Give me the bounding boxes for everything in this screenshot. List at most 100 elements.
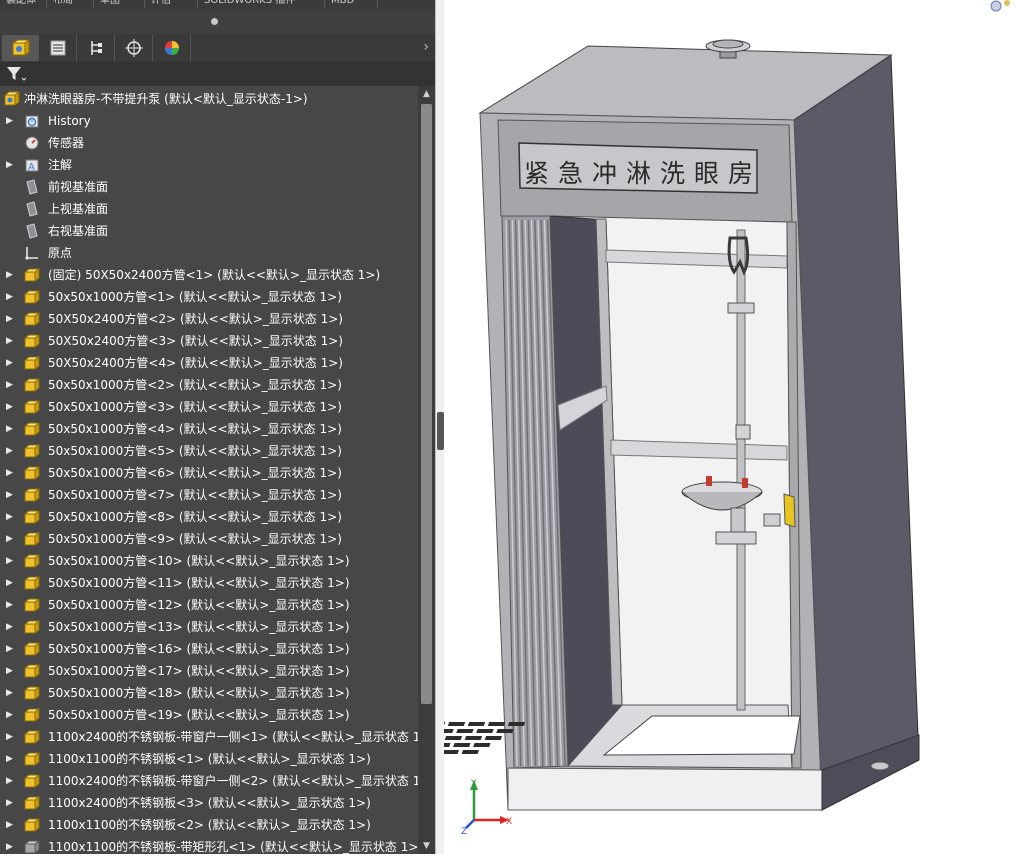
scroll-up-icon[interactable]: ▲ bbox=[418, 86, 435, 102]
tree-item-label: 1100x1100的不锈钢板<1> (默认<<默认>_显示状态 1>) bbox=[48, 752, 371, 766]
tab-layout[interactable]: 布局 bbox=[47, 0, 94, 8]
tree-item[interactable]: 原点 bbox=[0, 242, 418, 264]
expand-arrow-icon[interactable]: ▶ bbox=[6, 440, 14, 462]
expand-arrow-icon[interactable]: ▶ bbox=[6, 484, 14, 506]
tab-assembly[interactable]: 装配体 bbox=[0, 0, 47, 8]
tab-evaluate[interactable]: 评估 bbox=[145, 0, 198, 8]
expand-arrow-icon[interactable]: ▶ bbox=[6, 264, 14, 286]
expand-arrow-icon[interactable]: ▶ bbox=[6, 352, 14, 374]
tree-item[interactable]: ▶ 1100x2400的不锈钢板<3> (默认<<默认>_显示状态 1>) bbox=[0, 792, 418, 814]
tree-item[interactable]: ▶ 50x50x1000方管<13> (默认<<默认>_显示状态 1>) bbox=[0, 616, 418, 638]
tree-item[interactable]: ▶ (固定) 50X50x2400方管<1> (默认<<默认>_显示状态 1>) bbox=[0, 264, 418, 286]
tree-item[interactable]: ▶ 50x50x1000方管<8> (默认<<默认>_显示状态 1>) bbox=[0, 506, 418, 528]
tab-sketch[interactable]: 草图 bbox=[94, 0, 145, 8]
expand-arrow-icon[interactable]: ▶ bbox=[6, 594, 14, 616]
chevron-right-icon[interactable]: › bbox=[423, 39, 429, 55]
grate-slot bbox=[447, 722, 466, 726]
configurationmanager-tab[interactable] bbox=[78, 35, 115, 61]
collapse-panel-handle[interactable] bbox=[437, 412, 444, 450]
tree-item[interactable]: ▶ 50x50x1000方管<4> (默认<<默认>_显示状态 1>) bbox=[0, 418, 418, 440]
expand-arrow-icon[interactable]: ▶ bbox=[6, 418, 14, 440]
tab-solidworks-addins[interactable]: SOLIDWORKS 插件 bbox=[198, 0, 325, 8]
tree-item[interactable]: ▶ 50x50x1000方管<7> (默认<<默认>_显示状态 1>) bbox=[0, 484, 418, 506]
tree-item[interactable]: ▶ 50x50x1000方管<1> (默认<<默认>_显示状态 1>) bbox=[0, 286, 418, 308]
tab-mbd[interactable]: MBD bbox=[325, 0, 378, 8]
expand-arrow-icon[interactable]: ▶ bbox=[6, 528, 14, 550]
featuremanager-tab[interactable] bbox=[2, 35, 39, 61]
expand-arrow-icon[interactable]: ▶ bbox=[6, 374, 14, 396]
tree-item[interactable]: ▶ 50x50x1000方管<16> (默认<<默认>_显示状态 1>) bbox=[0, 638, 418, 660]
expand-arrow-icon[interactable]: ▶ bbox=[6, 506, 14, 528]
expand-arrow-icon[interactable]: ▶ bbox=[6, 550, 14, 572]
tree-item[interactable]: ▶ 50X50x2400方管<2> (默认<<默认>_显示状态 1>) bbox=[0, 308, 418, 330]
tree-item[interactable]: ▶ 1100x2400的不锈钢板-带窗户一侧<2> (默认<<默认>_显示状态 1… bbox=[0, 770, 418, 792]
tree-item[interactable]: ▶ History bbox=[0, 110, 418, 132]
tree-item[interactable]: ▶ 50x50x1000方管<2> (默认<<默认>_显示状态 1>) bbox=[0, 374, 418, 396]
expand-arrow-icon[interactable]: ▶ bbox=[6, 704, 14, 726]
tree-item-label: 50x50x1000方管<16> (默认<<默认>_显示状态 1>) bbox=[48, 642, 350, 656]
panel-splitter[interactable] bbox=[0, 10, 435, 34]
filter-icon[interactable] bbox=[5, 65, 27, 83]
expand-arrow-icon[interactable]: ▶ bbox=[6, 110, 14, 132]
view-orientation-icon[interactable] bbox=[990, 0, 1010, 12]
dimxpert-tab[interactable] bbox=[116, 35, 153, 61]
expand-arrow-icon[interactable]: ▶ bbox=[6, 748, 14, 770]
tree-item[interactable]: ▶ 50x50x1000方管<5> (默认<<默认>_显示状态 1>) bbox=[0, 440, 418, 462]
tree-item[interactable]: ▶ 50X50x2400方管<3> (默认<<默认>_显示状态 1>) bbox=[0, 330, 418, 352]
tree-item[interactable]: ▶ 50x50x1000方管<9> (默认<<默认>_显示状态 1>) bbox=[0, 528, 418, 550]
tree-scrollbar[interactable]: ▲ ▼ bbox=[418, 86, 435, 854]
expand-arrow-icon[interactable]: ▶ bbox=[6, 792, 14, 814]
expand-arrow-icon[interactable]: ▶ bbox=[6, 572, 14, 594]
expand-arrow-icon[interactable]: ▶ bbox=[6, 814, 14, 836]
plane-icon bbox=[26, 201, 38, 217]
expand-arrow-icon[interactable]: ▶ bbox=[6, 308, 14, 330]
tree-item-label: 50x50x1000方管<13> (默认<<默认>_显示状态 1>) bbox=[48, 620, 350, 634]
tree-item[interactable]: ▶ 50x50x1000方管<19> (默认<<默认>_显示状态 1>) bbox=[0, 704, 418, 726]
expand-arrow-icon[interactable]: ▶ bbox=[6, 638, 14, 660]
expand-arrow-icon[interactable]: ▶ bbox=[6, 462, 14, 484]
expand-arrow-icon[interactable]: ▶ bbox=[6, 836, 14, 854]
expand-arrow-icon[interactable]: ▶ bbox=[6, 286, 14, 308]
tree-item[interactable]: 前视基准面 bbox=[0, 176, 418, 198]
tree-item[interactable]: ▶ 50x50x1000方管<18> (默认<<默认>_显示状态 1>) bbox=[0, 682, 418, 704]
pipe-fitting-upper bbox=[727, 302, 755, 314]
propertymanager-tab[interactable] bbox=[40, 35, 77, 61]
tree-item[interactable]: ▶ 50x50x1000方管<12> (默认<<默认>_显示状态 1>) bbox=[0, 594, 418, 616]
expand-arrow-icon[interactable]: ▶ bbox=[6, 616, 14, 638]
grate-slot bbox=[441, 750, 460, 754]
tree-item[interactable]: ▶ 50x50x1000方管<17> (默认<<默认>_显示状态 1>) bbox=[0, 660, 418, 682]
expand-arrow-icon[interactable]: ▶ bbox=[6, 770, 14, 792]
tree-item[interactable]: ▶ 1100x1100的不锈钢板<2> (默认<<默认>_显示状态 1>) bbox=[0, 814, 418, 836]
part-icon bbox=[24, 290, 40, 304]
origin-icon bbox=[25, 247, 38, 260]
graphics-area[interactable]: 紧急冲淋洗眼房 Y X Z bbox=[341, 0, 1016, 854]
scroll-thumb[interactable] bbox=[421, 104, 432, 704]
tree-item[interactable]: ▶ 50x50x1000方管<11> (默认<<默认>_显示状态 1>) bbox=[0, 572, 418, 594]
tree-item[interactable]: 传感器 bbox=[0, 132, 418, 154]
tree-item[interactable]: ▶ 50X50x2400方管<4> (默认<<默认>_显示状态 1>) bbox=[0, 352, 418, 374]
shower-cabinet-model: 紧急冲淋洗眼房 Y X Z bbox=[341, 0, 1010, 837]
expand-arrow-icon[interactable]: ▶ bbox=[6, 726, 14, 748]
scroll-down-icon[interactable]: ▼ bbox=[418, 838, 435, 854]
part-icon bbox=[24, 686, 40, 700]
tree-root[interactable]: 冲淋洗眼器房-不带提升泵 (默认<默认_显示状态-1>) bbox=[0, 88, 418, 110]
tree-item[interactable]: ▶ 1100x1100的不锈钢板-带矩形孔<1> (默认<<默认>_显示状态 1>… bbox=[0, 836, 418, 854]
tree-item-label: 50X50x2400方管<4> (默认<<默认>_显示状态 1>) bbox=[48, 356, 343, 370]
tree-item[interactable]: 右视基准面 bbox=[0, 220, 418, 242]
tree-item[interactable]: ▶ 1100x1100的不锈钢板<1> (默认<<默认>_显示状态 1>) bbox=[0, 748, 418, 770]
part-icon bbox=[24, 422, 40, 436]
expand-arrow-icon[interactable]: ▶ bbox=[6, 330, 14, 352]
expand-arrow-icon[interactable]: ▶ bbox=[6, 396, 14, 418]
tree-item[interactable]: 上视基准面 bbox=[0, 198, 418, 220]
display-manager-tab[interactable] bbox=[154, 35, 191, 61]
tree-item[interactable]: ▶ 1100x2400的不锈钢板-带窗户一侧<1> (默认<<默认>_显示状态 1… bbox=[0, 726, 418, 748]
tree-item[interactable]: ▶ 50x50x1000方管<3> (默认<<默认>_显示状态 1>) bbox=[0, 396, 418, 418]
expand-arrow-icon[interactable]: ▶ bbox=[6, 682, 14, 704]
tree-item-label: 50x50x1000方管<19> (默认<<默认>_显示状态 1>) bbox=[48, 708, 350, 722]
expand-arrow-icon[interactable]: ▶ bbox=[6, 660, 14, 682]
tree-item[interactable]: ▶ 50x50x1000方管<10> (默认<<默认>_显示状态 1>) bbox=[0, 550, 418, 572]
tree-item[interactable]: ▶ 50x50x1000方管<6> (默认<<默认>_显示状态 1>) bbox=[0, 462, 418, 484]
tree-item-label: 1100x2400的不锈钢板-带窗户一侧<2> (默认<<默认>_显示状态 1>… bbox=[48, 774, 418, 788]
expand-arrow-icon[interactable]: ▶ bbox=[6, 154, 14, 176]
tree-item[interactable]: ▶ A 注解 bbox=[0, 154, 418, 176]
